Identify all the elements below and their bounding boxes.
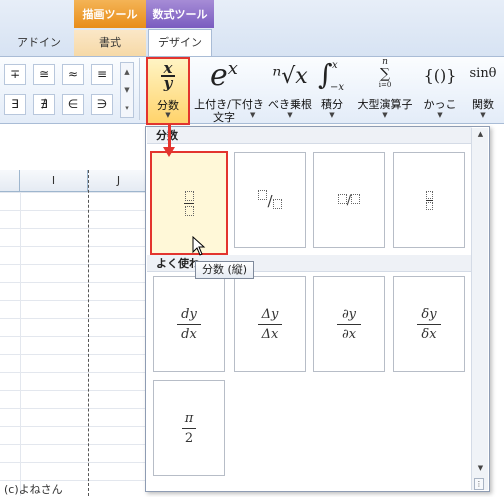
radical-icon: ⁿ√x [272, 64, 308, 89]
symbol-exists[interactable]: ∃ [4, 94, 26, 115]
symbol-gallery-scroll[interactable]: ▲ ▼ ▾ [120, 62, 134, 118]
section-header-fraction: 分数 [147, 127, 472, 144]
page-break-line [88, 170, 89, 496]
context-tab-equation-tools: 数式ツール [146, 0, 214, 28]
chevron-down-icon: ▼ [329, 111, 335, 119]
common-fraction-tile[interactable]: Δy Δx [234, 276, 306, 372]
superscript-icon: ex [210, 58, 238, 93]
summation-icon: n ∑ i=0 [378, 57, 392, 90]
bracket-button[interactable]: {()} かっこ ▼ [420, 58, 460, 122]
linear-fraction-icon: / [337, 193, 361, 208]
chevron-down-icon: ▼ [287, 111, 293, 119]
common-fraction-tile[interactable]: ∂y ∂x [313, 276, 385, 372]
large-operator-label: 大型演算子 [357, 98, 413, 111]
derivative-fraction-icon: dy dx [177, 307, 201, 342]
small-delta-fraction-icon: δy δx [417, 307, 441, 342]
scroll-up-icon[interactable]: ▲ [472, 130, 489, 138]
scroll-down-icon[interactable]: ▼ [472, 464, 489, 472]
script-label-line2: 文字 [213, 111, 235, 124]
grid-line [20, 192, 21, 496]
bracket-icon: {()} [423, 66, 457, 85]
credit-text: (c)よねさん [4, 483, 63, 496]
symbol-minus-plus[interactable]: ∓ [4, 64, 26, 85]
fraction-linear-tile[interactable]: / [313, 152, 385, 248]
mouse-pointer-icon [192, 236, 206, 256]
chevron-down-icon: ▼ [480, 111, 486, 119]
tooltip: 分数 (縦) [195, 261, 254, 279]
fraction-dropdown-panel: 分数 / / よく使わ dy dx Δy Δx ∂y ∂x δy δx π2 [145, 126, 490, 492]
ribbon-separator [139, 58, 140, 120]
integral-label: 積分 [321, 98, 343, 111]
resize-handle[interactable]: ⋮ [474, 478, 484, 490]
symbol-approx-equal[interactable]: ≅ [33, 64, 55, 85]
integral-icon: ∫ x −x [318, 58, 345, 93]
column-header-j[interactable]: J [88, 170, 150, 192]
function-icon: sinθ [469, 66, 497, 81]
delta-fraction-icon: Δy Δx [258, 307, 282, 342]
radical-label: べき乗根 [268, 98, 312, 111]
function-button[interactable]: sinθ 関数 ▼ [464, 58, 502, 122]
chevron-down-icon: ▼ [382, 111, 388, 119]
common-fraction-tile[interactable]: dy dx [153, 276, 225, 372]
integral-button[interactable]: ∫ x −x 積分 ▼ [316, 58, 348, 122]
fraction-button[interactable]: x y 分数 ▼ [146, 57, 190, 125]
tab-format[interactable]: 書式 [74, 30, 146, 56]
stacked-fraction-icon [184, 190, 194, 216]
partial-fraction-icon: ∂y ∂x [337, 307, 361, 342]
scroll-up-icon[interactable]: ▲ [121, 63, 133, 81]
chevron-down-icon: ▼ [165, 111, 171, 119]
symbol-not-exists[interactable]: ∄ [33, 94, 55, 115]
gallery-more-icon[interactable]: ▾ [121, 99, 133, 117]
fraction-icon: x y [148, 59, 188, 92]
skewed-fraction-icon: / [258, 190, 282, 210]
cell-grid[interactable] [0, 192, 150, 496]
fraction-skewed-tile[interactable]: / [234, 152, 306, 248]
symbol-identical[interactable]: ≡ [91, 64, 113, 85]
pi-half-fraction-icon: π2 [182, 411, 196, 446]
radical-button[interactable]: ⁿ√x べき乗根 ▼ [266, 58, 314, 122]
symbol-contains[interactable]: ∋ [91, 94, 113, 115]
annotation-arrow-head [163, 147, 175, 157]
symbol-almost-equal[interactable]: ≈ [62, 64, 84, 85]
fraction-stacked-tile[interactable] [150, 151, 228, 255]
panel-scrollbar[interactable]: ▲ ▼ [471, 128, 488, 490]
small-fraction-icon [425, 190, 433, 210]
bracket-label: かっこ [423, 98, 457, 111]
symbol-element-of[interactable]: ∈ [62, 94, 84, 115]
common-fraction-tile[interactable]: π2 [153, 380, 225, 476]
chevron-down-icon: ▼ [250, 111, 256, 119]
tab-design[interactable]: デザイン [148, 29, 212, 57]
large-operator-button[interactable]: n ∑ i=0 大型演算子 ▼ [354, 58, 416, 122]
column-header-i[interactable]: I [20, 170, 88, 192]
function-label: 関数 [472, 98, 494, 111]
chevron-down-icon: ▼ [437, 111, 443, 119]
fraction-small-tile[interactable] [393, 152, 465, 248]
tab-addin[interactable]: アドイン [8, 30, 70, 56]
scroll-down-icon[interactable]: ▼ [121, 81, 133, 99]
script-button[interactable]: ex 上付き/下付き 文字 ▼ [194, 58, 264, 124]
column-header-h[interactable] [0, 170, 20, 192]
common-fraction-tile[interactable]: δy δx [393, 276, 465, 372]
context-tab-drawing-tools: 描画ツール [74, 0, 146, 28]
